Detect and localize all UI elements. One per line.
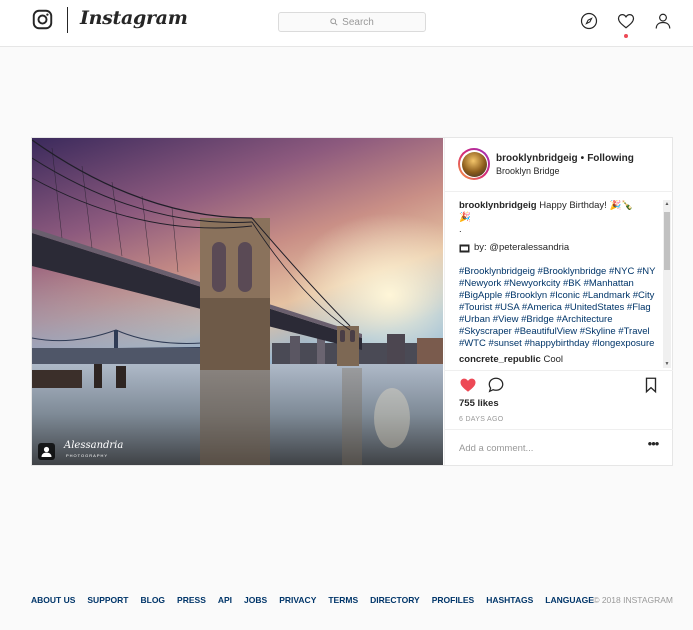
add-comment-input[interactable]: [459, 440, 639, 456]
comment-bubble-icon[interactable]: [487, 376, 505, 394]
heart-icon[interactable]: [617, 12, 635, 30]
scroll-up-arrow-icon[interactable]: ▲: [664, 201, 670, 207]
photo-watermark-sub: PHOTOGRAPHY: [66, 453, 109, 458]
search-box[interactable]: Search: [278, 12, 426, 32]
bookmark-icon[interactable]: [642, 376, 660, 394]
film-icon: [459, 244, 470, 252]
footer-link-terms[interactable]: TERMS: [328, 595, 358, 605]
comment-username[interactable]: concrete_republic: [459, 354, 541, 365]
footer-link-about[interactable]: ABOUT US: [31, 595, 75, 605]
instagram-wordmark[interactable]: Instagram: [80, 7, 188, 29]
post-header: brooklynbridgeig • Following Brooklyn Brid…: [445, 138, 673, 192]
post-username[interactable]: brooklynbridgeig: [496, 153, 578, 164]
follow-status[interactable]: Following: [587, 153, 634, 164]
copyright: © 2018 INSTAGRAM: [593, 595, 673, 605]
avatar: [461, 151, 487, 177]
footer-link-jobs[interactable]: JOBS: [244, 595, 267, 605]
footer-links: ABOUT US SUPPORT BLOG PRESS API JOBS PRI…: [31, 595, 606, 605]
scroll-down-arrow-icon[interactable]: ▼: [664, 361, 670, 367]
photo-watermark: Alessandria: [64, 440, 124, 451]
story-ring[interactable]: [458, 148, 490, 180]
compass-icon[interactable]: [580, 12, 598, 30]
caption-username[interactable]: brooklynbridgeig: [459, 200, 537, 211]
footer-link-language[interactable]: LANGUAGE: [545, 595, 594, 605]
bridge-photo: [32, 138, 443, 465]
post-actions: [445, 370, 673, 398]
footer-link-support[interactable]: SUPPORT: [87, 595, 128, 605]
footer: ABOUT US SUPPORT BLOG PRESS API JOBS PRI…: [31, 595, 673, 609]
footer-link-api[interactable]: API: [218, 595, 232, 605]
more-options-icon[interactable]: •••: [645, 437, 661, 454]
caption-text: Happy Birthday! 🎉🍾: [539, 200, 634, 211]
tag-people-icon[interactable]: [38, 443, 55, 460]
caption: brooklynbridgeig Happy Birthday! 🎉🍾: [459, 200, 661, 212]
comment-text: Cool: [543, 354, 564, 365]
post-card: Alessandria PHOTOGRAPHY brooklynbridgeig…: [31, 137, 673, 466]
caption-dot: .: [459, 224, 462, 235]
notification-dot: [624, 34, 628, 38]
scroll-thumb[interactable]: [664, 212, 670, 270]
credit-text: by: @peteralessandria: [474, 242, 570, 253]
footer-link-hashtags[interactable]: HASHTAGS: [486, 595, 533, 605]
footer-link-blog[interactable]: BLOG: [140, 595, 165, 605]
post-location[interactable]: Brooklyn Bridge: [496, 166, 560, 176]
footer-link-directory[interactable]: DIRECTORY: [370, 595, 420, 605]
instagram-glyph-icon[interactable]: [32, 9, 53, 30]
post-photo[interactable]: Alessandria PHOTOGRAPHY: [32, 138, 443, 465]
footer-link-press[interactable]: PRESS: [177, 595, 206, 605]
footer-link-profiles[interactable]: PROFILES: [432, 595, 475, 605]
follow-separator: •: [580, 153, 585, 164]
add-comment-row: •••: [445, 429, 673, 465]
like-heart-icon[interactable]: [459, 376, 477, 394]
post-sidebar: brooklynbridgeig • Following Brooklyn Brid…: [444, 138, 673, 465]
footer-link-privacy[interactable]: PRIVACY: [279, 595, 316, 605]
comments-list[interactable]: brooklynbridgeig Happy Birthday! 🎉🍾 🎉 . …: [459, 200, 661, 368]
caption-emoji: 🎉: [459, 212, 471, 223]
comment-item: concrete_republic Cool: [459, 354, 661, 366]
credit-line: by: @peteralessandria: [459, 242, 661, 254]
comments-scrollbar[interactable]: ▲ ▼: [663, 200, 671, 368]
likes-count[interactable]: 755 likes: [459, 398, 499, 409]
logo-divider: [67, 7, 68, 33]
top-navigation-bar: Instagram Search: [0, 0, 693, 47]
user-icon[interactable]: [654, 12, 672, 30]
post-timestamp[interactable]: 6 DAYS AGO: [459, 416, 504, 423]
hashtags[interactable]: #Brooklynbridgeig #Brooklynbridge #NYC #…: [459, 266, 661, 350]
